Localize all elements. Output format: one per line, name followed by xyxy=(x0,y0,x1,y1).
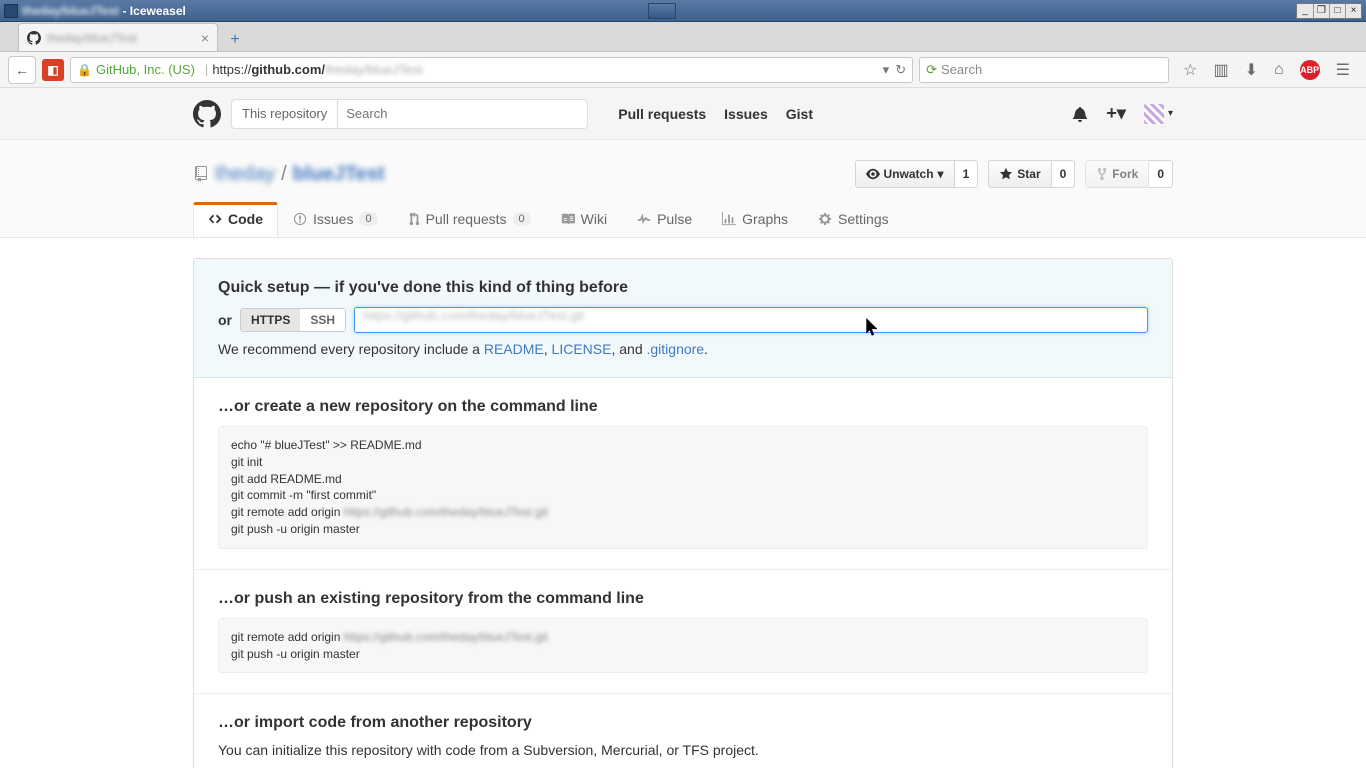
search-engine-icon: ⟳ xyxy=(926,62,937,78)
star-count[interactable]: 0 xyxy=(1052,160,1076,188)
create-commands[interactable]: echo "# blueJTest" >> README.md git init… xyxy=(218,426,1148,549)
fork-count[interactable]: 0 xyxy=(1149,160,1173,188)
gear-icon xyxy=(818,212,832,226)
or-label: or xyxy=(218,312,232,328)
unwatch-button[interactable]: Unwatch ▾ xyxy=(855,160,955,188)
tab-pulse[interactable]: Pulse xyxy=(622,202,707,237)
setup-box: Quick setup — if you've done this kind o… xyxy=(193,258,1173,768)
window-title: theday/blueJTest - Iceweasel xyxy=(22,4,642,18)
nav-pull-requests[interactable]: Pull requests xyxy=(618,106,706,122)
close-window-button[interactable]: × xyxy=(1345,4,1361,18)
repo-icon xyxy=(193,166,209,182)
repo-head: theday / blueJTest Unwatch ▾ 1 xyxy=(0,140,1366,238)
browser-tabstrip: theday/blueJTest × + xyxy=(0,22,1366,52)
site-identity-label: GitHub, Inc. (US) xyxy=(96,62,195,77)
browser-search[interactable]: ⟳ Search xyxy=(919,57,1169,83)
code-icon xyxy=(208,212,222,226)
nav-issues[interactable]: Issues xyxy=(724,106,768,122)
book-icon xyxy=(561,212,575,226)
window-titlebar: theday/blueJTest - Iceweasel _ ❐ □ × xyxy=(0,0,1366,22)
tab-settings[interactable]: Settings xyxy=(803,202,904,237)
page-viewport: This repository Pull requests Issues Gis… xyxy=(0,88,1366,768)
star-button[interactable]: Star xyxy=(988,160,1051,188)
url-bar[interactable]: 🔒 GitHub, Inc. (US) | https://github.com… xyxy=(70,57,913,83)
tab-title: theday/blueJTest xyxy=(47,31,195,45)
back-button[interactable]: ← xyxy=(8,56,36,84)
quick-setup-section: Quick setup — if you've done this kind o… xyxy=(194,259,1172,378)
issue-icon xyxy=(293,212,307,226)
tab-graphs[interactable]: Graphs xyxy=(707,202,803,237)
tab-issues[interactable]: Issues0 xyxy=(278,202,393,237)
eye-icon xyxy=(866,167,880,181)
reload-icon[interactable]: ↻ xyxy=(895,62,906,78)
recommend-text: We recommend every repository include a … xyxy=(218,341,1148,357)
site-identity-icon[interactable]: ◧ xyxy=(42,59,64,81)
fork-icon xyxy=(1096,167,1108,181)
gitignore-link[interactable]: .gitignore xyxy=(647,341,705,357)
create-repo-title: …or create a new repository on the comma… xyxy=(218,398,1148,416)
user-menu[interactable]: ▾ xyxy=(1144,104,1173,124)
repo-name-link[interactable]: blueJTest xyxy=(293,163,385,186)
graph-icon xyxy=(722,212,736,226)
browser-tab[interactable]: theday/blueJTest × xyxy=(18,23,218,51)
search-placeholder: Search xyxy=(941,62,982,77)
quick-setup-title: Quick setup — if you've done this kind o… xyxy=(218,279,1148,297)
create-repo-section: …or create a new repository on the comma… xyxy=(194,378,1172,570)
import-title: …or import code from another repository xyxy=(218,714,1148,732)
minimize-button[interactable]: _ xyxy=(1297,4,1313,18)
create-new-icon[interactable]: +▾ xyxy=(1106,103,1126,124)
close-tab-icon[interactable]: × xyxy=(201,30,209,46)
tab-code[interactable]: Code xyxy=(193,202,278,237)
star-icon xyxy=(999,167,1013,181)
push-repo-title: …or push an existing repository from the… xyxy=(218,590,1148,608)
license-link[interactable]: LICENSE xyxy=(552,341,612,357)
github-favicon-icon xyxy=(27,31,41,45)
restore-button[interactable]: ❐ xyxy=(1313,4,1329,18)
lock-icon: 🔒 xyxy=(77,63,92,77)
taskbar-tray xyxy=(648,3,676,19)
push-repo-section: …or push an existing repository from the… xyxy=(194,570,1172,695)
nav-gist[interactable]: Gist xyxy=(786,106,813,122)
import-desc: You can initialize this repository with … xyxy=(218,742,1148,758)
notifications-bell-icon[interactable] xyxy=(1072,106,1088,122)
import-section: …or import code from another repository … xyxy=(194,694,1172,768)
repo-title: theday / blueJTest xyxy=(193,163,385,186)
home-icon[interactable]: ⌂ xyxy=(1274,61,1284,79)
search-scope[interactable]: This repository xyxy=(231,99,338,129)
repo-owner-link[interactable]: theday xyxy=(215,163,275,186)
pulse-icon xyxy=(637,212,651,226)
downloads-icon[interactable]: ⬇ xyxy=(1245,60,1258,80)
browser-toolbar: ← ◧ 🔒 GitHub, Inc. (US) | https://github… xyxy=(0,52,1366,88)
maximize-button[interactable]: □ xyxy=(1329,4,1345,18)
github-search-input[interactable] xyxy=(338,99,588,129)
https-button[interactable]: HTTPS xyxy=(241,309,300,331)
avatar-icon xyxy=(1144,104,1164,124)
clone-url-input[interactable]: https://github.com/theday/blueJTest.git xyxy=(354,307,1148,333)
hamburger-menu-icon[interactable]: ☰ xyxy=(1336,60,1350,80)
github-header: This repository Pull requests Issues Gis… xyxy=(0,88,1366,140)
push-commands[interactable]: git remote add origin https://github.com… xyxy=(218,618,1148,674)
fork-button[interactable]: Fork xyxy=(1085,160,1149,188)
app-icon xyxy=(4,4,18,18)
tab-pull-requests[interactable]: Pull requests0 xyxy=(393,202,546,237)
ssh-button[interactable]: SSH xyxy=(300,309,345,331)
library-icon[interactable]: ▥ xyxy=(1213,60,1228,80)
readme-link[interactable]: README xyxy=(484,341,544,357)
pr-icon xyxy=(408,212,420,226)
repo-nav: Code Issues0 Pull requests0 Wiki Pulse G… xyxy=(193,202,1173,237)
adblock-icon[interactable]: ABP xyxy=(1300,60,1320,80)
watch-count[interactable]: 1 xyxy=(955,160,979,188)
tab-wiki[interactable]: Wiki xyxy=(546,202,622,237)
new-tab-button[interactable]: + xyxy=(224,29,246,51)
github-logo-icon[interactable] xyxy=(193,100,221,128)
dropdown-icon[interactable]: ▾ xyxy=(883,62,890,78)
bookmark-star-icon[interactable]: ☆ xyxy=(1183,60,1197,80)
window-buttons: _ ❐ □ × xyxy=(1296,3,1362,19)
